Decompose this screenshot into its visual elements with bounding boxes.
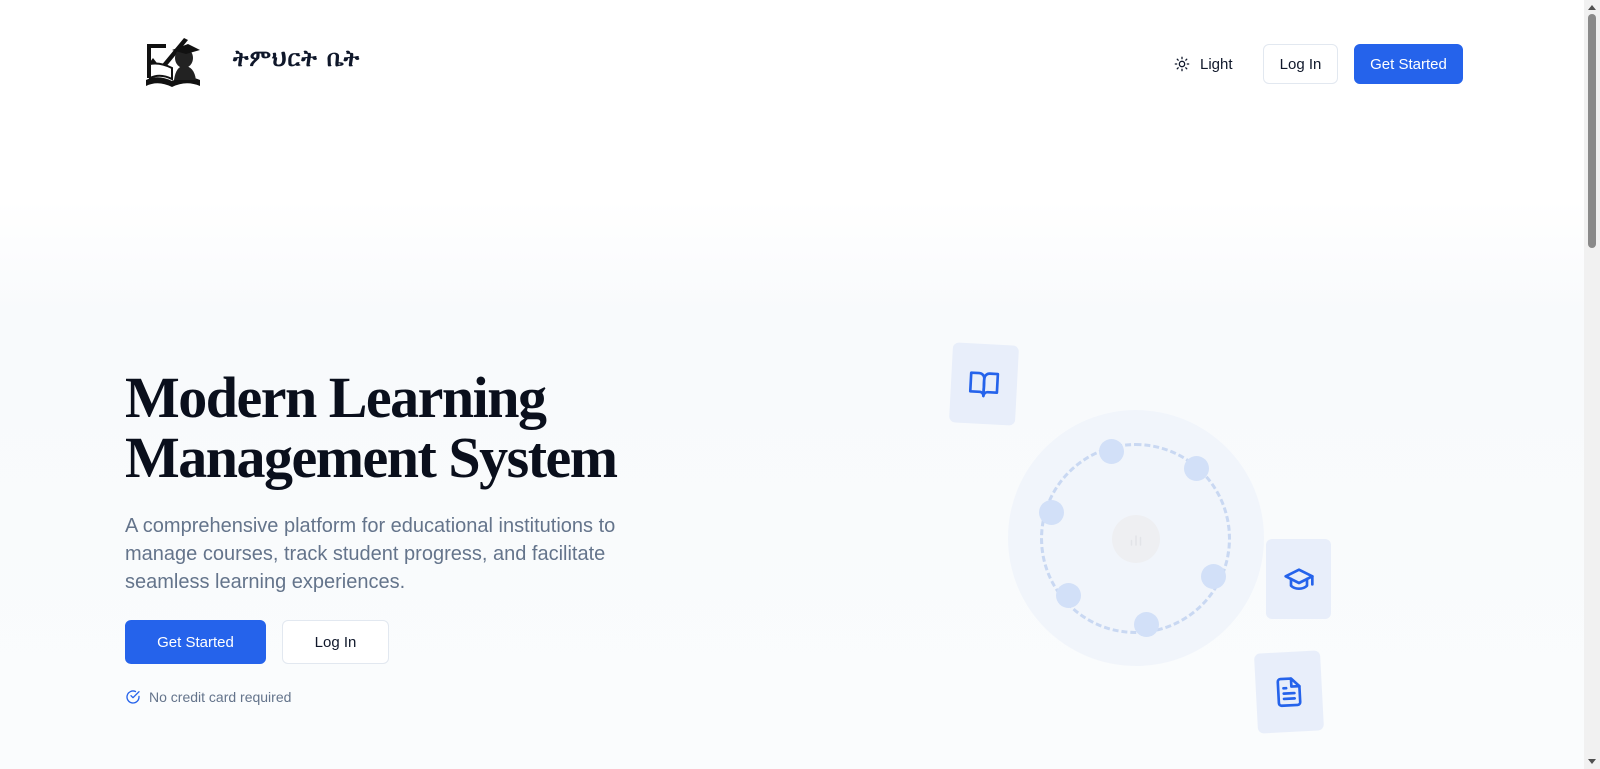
header-get-started-button[interactable]: Get Started (1354, 44, 1463, 84)
scrollbar-thumb[interactable] (1588, 14, 1596, 248)
site-header: ትምህርት ቤት Light Log In Get Started (0, 0, 1584, 126)
hero-title: Modern Learning Management System (125, 368, 745, 488)
graduation-cap-icon (1283, 568, 1314, 590)
book-card (948, 342, 1020, 426)
book-open-icon (968, 371, 1000, 398)
theme-toggle-button[interactable]: Light (1164, 44, 1240, 84)
sun-icon (1174, 56, 1190, 72)
hero-title-line1: Modern Learning (125, 365, 547, 430)
scroll-up-arrow-icon[interactable] (1588, 5, 1596, 10)
theme-toggle-label: Light (1200, 55, 1233, 73)
no-credit-card-note: No credit card required (125, 689, 291, 705)
header-login-button[interactable]: Log In (1263, 44, 1338, 84)
orbit-dot (1056, 583, 1081, 608)
orbit-dot (1039, 500, 1064, 525)
bar-chart-icon (1130, 535, 1142, 546)
hero-login-button[interactable]: Log In (282, 620, 389, 664)
brand-name: ትምህርት ቤት (233, 46, 361, 72)
note-text: No credit card required (149, 689, 292, 705)
hero-subtitle: A comprehensive platform for educational… (125, 515, 616, 593)
landing-page: ትምህርት ቤት Light Log In Get Started Modern… (0, 0, 1584, 769)
orbit-dot (1184, 456, 1209, 481)
document-card (1253, 650, 1325, 734)
graduation-card (1266, 539, 1331, 619)
file-text-icon (1276, 677, 1302, 708)
orbit-dot (1099, 439, 1124, 464)
scroll-down-arrow-icon[interactable] (1588, 759, 1596, 764)
hero-get-started-button[interactable]: Get Started (125, 620, 266, 664)
orbit-dot (1134, 612, 1159, 637)
center-circle (1112, 515, 1160, 563)
hero-title-line2: Management System (125, 425, 618, 490)
orbit-dot (1201, 564, 1226, 589)
logo-icon[interactable] (144, 34, 202, 90)
check-circle-icon (126, 690, 140, 704)
vertical-scrollbar[interactable] (1584, 0, 1600, 769)
